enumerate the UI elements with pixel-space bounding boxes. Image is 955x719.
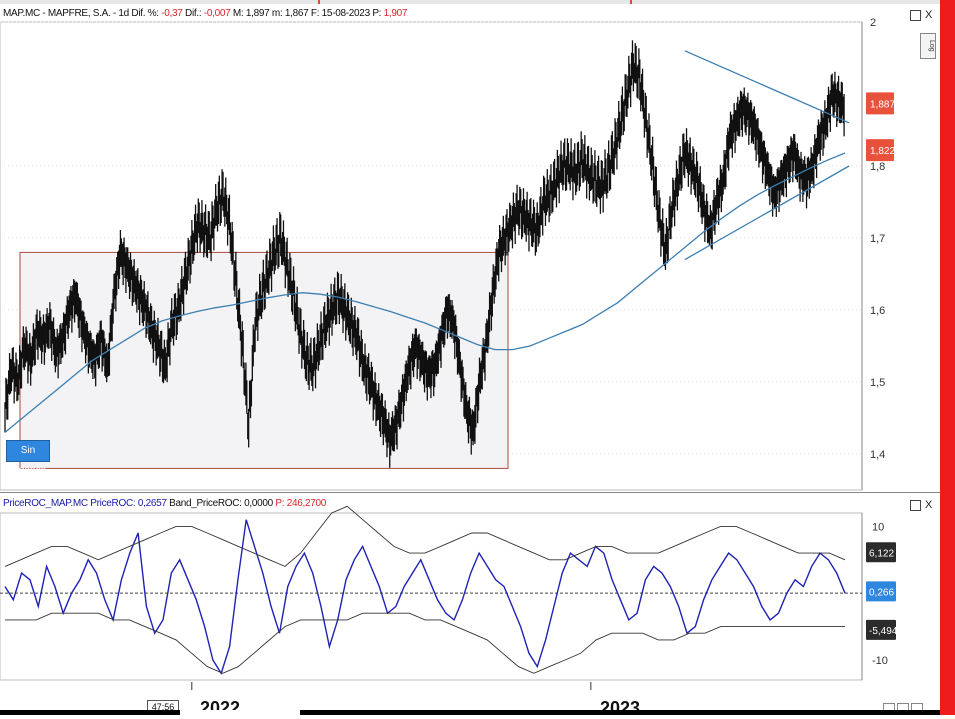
price-y-tick-label: 1,6 — [870, 305, 885, 317]
price-y-tick-label: 1,4 — [870, 449, 885, 461]
indicator-plot-area — [0, 512, 863, 681]
indicator-pane: 10 -10 6,122 0,266 -5,494 — [0, 492, 940, 690]
price-tag-label: 1,822 — [870, 146, 895, 157]
indicator-value-tag-label: -5,494 — [869, 626, 898, 637]
price-y-tick-label: 1,7 — [870, 233, 885, 245]
x-tick-label-2022: 2022 — [200, 698, 241, 718]
price-y-tick-label: 1,8 — [870, 161, 885, 173]
indicator-y-tick-label: 10 — [872, 521, 884, 533]
bottom-strip — [0, 710, 940, 715]
right-edge-bar — [940, 0, 955, 715]
price-pane: 2 1,8 1,7 1,6 1,5 1,4 1,887 1,822 — [0, 17, 895, 491]
x-tick-label-2023: 2023 — [600, 698, 641, 718]
price-y-tick-label: 1,5 — [870, 377, 885, 389]
indicator-value-tag-label: 0,266 — [869, 587, 894, 598]
sin-ordenes-badge[interactable]: Sin órdenes — [6, 440, 50, 476]
price-y-tick-label: 2 — [870, 17, 876, 29]
price-tag-label: 1,887 — [870, 99, 895, 110]
bottom-strip-gap — [180, 710, 300, 715]
pane-divider — [0, 492, 940, 493]
indicator-value-tag-label: 6,122 — [869, 548, 894, 559]
indicator-y-tick-label: -10 — [872, 655, 888, 667]
chart-canvas: 2 1,8 1,7 1,6 1,5 1,4 1,887 1,822 10 -10 6,122 0,2… — [0, 17, 940, 690]
